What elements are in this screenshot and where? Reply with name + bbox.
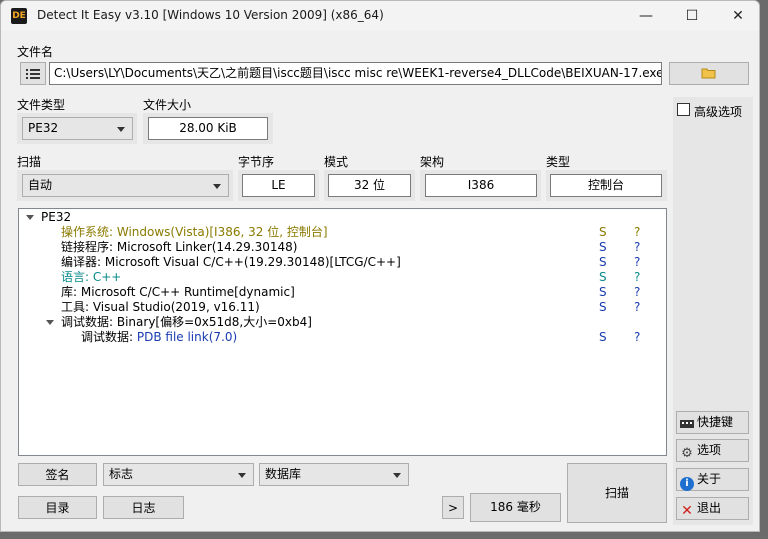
options-button[interactable]: ⚙ 选项	[676, 439, 749, 462]
library-key: 库:	[61, 285, 81, 299]
language-key: 语言:	[61, 270, 93, 284]
type-label: 类型	[546, 155, 571, 169]
open-file-button[interactable]	[669, 62, 749, 85]
filetype-label: 文件类型	[17, 98, 66, 112]
chevron-down-icon	[117, 127, 125, 132]
log-button[interactable]: 日志	[103, 496, 184, 519]
options-label: 选项	[697, 443, 722, 457]
close-icon: ✕	[681, 503, 693, 519]
scan-mode-select[interactable]: 自动	[22, 174, 229, 197]
library-status: S	[599, 285, 607, 299]
scan-mode-value: 自动	[28, 178, 53, 192]
tree-row-os[interactable]: 操作系统: Windows(Vista)[I386, 32 位, 控制台]	[61, 225, 328, 240]
minimize-button[interactable]: —	[623, 1, 669, 31]
advanced-label[interactable]: 高级选项	[694, 103, 742, 120]
database-select[interactable]: 数据库	[259, 463, 409, 486]
title-bar[interactable]: DE Detect It Easy v3.10 [Windows 10 Vers…	[1, 1, 759, 31]
os-status: S	[599, 225, 607, 239]
tree-row-debug[interactable]: 调试数据: Binary[偏移=0x51d8,大小=0xb4]	[61, 315, 312, 330]
arch-label: 架构	[420, 155, 445, 169]
database-value: 数据库	[265, 467, 302, 481]
results-tree[interactable]: PE32 操作系统: Windows(Vista)[I386, 32 位, 控制…	[18, 208, 667, 456]
filesize-label: 文件大小	[143, 98, 192, 112]
filetype-value: PE32	[28, 121, 59, 135]
compiler-status: S	[599, 255, 607, 269]
shortcuts-label: 快捷键	[697, 415, 734, 429]
library-value: Microsoft C/C++ Runtime[dynamic]	[80, 285, 295, 299]
tree-row-compiler[interactable]: 编译器: Microsoft Visual C/C++(19.29.30148)…	[61, 255, 401, 270]
tree-row-linker[interactable]: 链接程序: Microsoft Linker(14.29.30148)	[61, 240, 297, 255]
info-icon: i	[680, 477, 694, 491]
language-status: S	[599, 270, 607, 284]
library-info[interactable]: ?	[634, 285, 640, 300]
chevron-down-icon	[213, 184, 221, 189]
arch-field: I386	[425, 174, 537, 197]
exit-label: 退出	[697, 501, 722, 515]
pdb-info[interactable]: ?	[634, 330, 640, 345]
tool-value: Visual Studio(2019, v16.11)	[92, 300, 260, 314]
endian-label: 字节序	[238, 155, 275, 169]
linker-info[interactable]: ?	[634, 240, 640, 255]
maximize-button[interactable]: ☐	[669, 1, 715, 31]
endian-field: LE	[242, 174, 315, 197]
compiler-key: 编译器:	[61, 255, 105, 269]
tool-key: 工具:	[61, 300, 93, 314]
file-path-input[interactable]: C:\Users\LY\Documents\天乙\之前题目\iscc题目\isc…	[49, 62, 662, 85]
compiler-info[interactable]: ?	[634, 255, 640, 270]
language-value: C++	[92, 270, 122, 284]
scan-time: 186 毫秒	[470, 493, 561, 522]
linker-status: S	[599, 240, 607, 254]
filename-label: 文件名	[17, 45, 54, 59]
expand-arrow-icon[interactable]	[26, 215, 34, 220]
debug-key: 调试数据:	[61, 315, 117, 329]
advanced-checkbox[interactable]	[677, 103, 690, 116]
pdb-key: 调试数据:	[81, 330, 137, 344]
linker-key: 链接程序:	[61, 240, 117, 254]
tool-status: S	[599, 300, 607, 314]
keyboard-icon	[680, 419, 694, 433]
chevron-down-icon	[238, 473, 246, 478]
flags-select[interactable]: 标志	[103, 463, 254, 486]
pdb-value: PDB file link(7.0)	[136, 330, 238, 344]
directory-button[interactable]: 目录	[18, 496, 97, 519]
language-info[interactable]: ?	[634, 270, 640, 285]
main-window: DE Detect It Easy v3.10 [Windows 10 Vers…	[0, 0, 760, 532]
os-value: Windows(Vista)[I386, 32 位, 控制台]	[116, 225, 328, 239]
type-field: 控制台	[550, 174, 662, 197]
compiler-value: Microsoft Visual C/C++(19.29.30148)[LTCG…	[104, 255, 401, 269]
scan-button[interactable]: 扫描	[567, 463, 667, 523]
scan-label: 扫描	[17, 155, 42, 169]
file-menu-button[interactable]	[20, 62, 46, 85]
os-info[interactable]: ?	[634, 225, 640, 240]
close-button[interactable]: ✕	[715, 1, 759, 31]
about-button[interactable]: i 关于	[676, 468, 749, 491]
tree-row-tool[interactable]: 工具: Visual Studio(2019, v16.11)	[61, 300, 260, 315]
os-key: 操作系统:	[61, 225, 117, 239]
filesize-field: 28.00 KiB	[148, 117, 268, 140]
tool-info[interactable]: ?	[634, 300, 640, 315]
pdb-status: S	[599, 330, 607, 344]
window-title: Detect It Easy v3.10 [Windows 10 Version…	[37, 8, 384, 22]
folder-icon	[701, 68, 717, 82]
list-icon	[26, 69, 40, 83]
mode-field: 32 位	[328, 174, 411, 197]
linker-value: Microsoft Linker(14.29.30148)	[116, 240, 298, 254]
exit-button[interactable]: ✕ 退出	[676, 497, 749, 520]
app-icon: DE	[11, 8, 27, 24]
tree-row-language[interactable]: 语言: C++	[61, 270, 121, 285]
tree-row-debug-pdb[interactable]: 调试数据: PDB file link(7.0)	[81, 330, 237, 345]
signature-button[interactable]: 签名	[18, 463, 97, 486]
tree-row-library[interactable]: 库: Microsoft C/C++ Runtime[dynamic]	[61, 285, 295, 300]
chevron-down-icon	[393, 473, 401, 478]
mode-label: 模式	[324, 155, 349, 169]
tree-root-pe32[interactable]: PE32	[41, 210, 71, 225]
debug-value: Binary[偏移=0x51d8,大小=0xb4]	[116, 315, 312, 329]
more-button[interactable]: >	[442, 496, 464, 519]
about-label: 关于	[697, 472, 722, 486]
expand-arrow-icon[interactable]	[46, 320, 54, 325]
filetype-select[interactable]: PE32	[22, 117, 133, 140]
flags-value: 标志	[109, 467, 134, 481]
gear-icon: ⚙	[681, 446, 693, 461]
shortcuts-button[interactable]: 快捷键	[676, 411, 749, 434]
